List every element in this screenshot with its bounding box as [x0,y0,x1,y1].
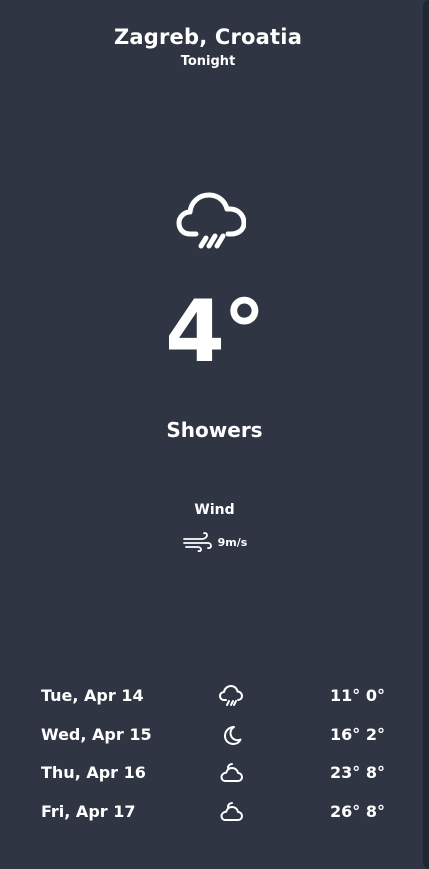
moon-icon [224,725,242,745]
cloud-rain-icon [176,192,246,249]
cloud-rain-icon [219,685,243,706]
weather-screen: Zagreb, Croatia Tonight 4° Showers Wind … [0,0,429,869]
wind-icon [182,532,212,552]
forecast-day: Thu, Apr 16 [41,763,146,783]
forecast-day: Wed, Apr 15 [41,724,152,744]
period-label: Tonight [180,54,236,69]
forecast-temps: 26° 8° [330,801,385,821]
city-name: Zagreb, Croatia [113,25,303,49]
forecast-row: Tue, Apr 14 11° 0° [0,677,429,716]
forecast-row: Thu, Apr 16 23° 8° [0,754,429,793]
forecast-day: Fri, Apr 17 [41,801,136,821]
current-temperature: 4° [165,282,266,382]
location-header: Zagreb, Croatia Tonight [0,22,416,71]
forecast-temps: 11° 0° [330,686,385,705]
forecast-list: Tue, Apr 14 11° 0° Wed, Apr 15 16° 2° Th… [0,677,429,831]
wind-title: Wind [194,502,235,518]
partly-cloudy-icon [220,801,243,821]
wind-speed: 9m/s [217,535,248,549]
forecast-temps: 23° 8° [330,763,385,783]
forecast-day: Tue, Apr 14 [41,686,144,705]
current-condition: Showers [166,418,263,442]
forecast-row: Fri, Apr 17 26° 8° [0,793,429,832]
forecast-temps: 16° 2° [330,724,385,744]
wind-info: 9m/s [0,532,429,552]
forecast-row: Wed, Apr 15 16° 2° [0,716,429,755]
partly-cloudy-icon [220,763,243,783]
